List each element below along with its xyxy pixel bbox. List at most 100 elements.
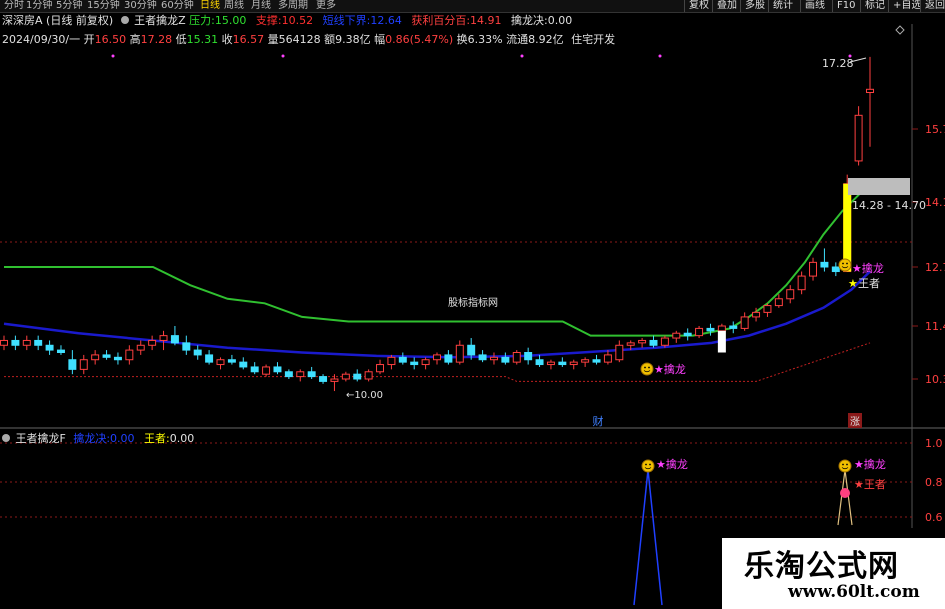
- toolbar-button[interactable]: 统计: [768, 0, 793, 12]
- low-value: 15.31: [186, 33, 219, 46]
- qinlong-value: 0.00: [547, 14, 573, 27]
- candle-body: [501, 356, 510, 363]
- blue-label: 短线下界:: [322, 14, 371, 27]
- tab-timeframe[interactable]: 60分钟: [161, 0, 194, 12]
- y-tick-label: 14.1: [925, 196, 945, 209]
- marker-dot: [111, 54, 115, 58]
- candle-body: [649, 339, 658, 346]
- high-value: 17.28: [140, 33, 173, 46]
- candle-body: [729, 325, 738, 329]
- sub-y-tick-label: 1.0: [925, 437, 943, 450]
- candle-body: [626, 342, 635, 346]
- toolbar-button[interactable]: 画线: [800, 0, 825, 12]
- candle-body: [854, 114, 863, 162]
- change-label: 幅: [374, 33, 386, 46]
- toolbar-button[interactable]: 复权: [684, 0, 709, 12]
- pressure-label: 压力:: [189, 14, 215, 27]
- candle-body: [79, 359, 88, 370]
- y-tick-label: 15.7: [925, 123, 945, 136]
- signal-king-label: 王者: [858, 277, 880, 290]
- indicator-name: 王者擒龙Z: [134, 14, 186, 27]
- y-tick-label: 10.3: [925, 373, 945, 386]
- pressure-green-line: [4, 178, 871, 337]
- center-watermark: 股标指标网: [448, 296, 498, 309]
- marker-dot: [520, 54, 524, 58]
- smiley-eye: [842, 463, 844, 466]
- sub-indicator-header: 王者擒龙F 擒龙决:0.00 王者:0.00: [2, 432, 194, 446]
- candle-body: [535, 359, 544, 366]
- tab-timeframe[interactable]: 5分钟: [56, 0, 82, 12]
- candle-body: [91, 354, 100, 361]
- candle-body: [11, 339, 20, 346]
- signal-smiley-icon: [640, 362, 654, 376]
- profit-value: 14.91: [470, 14, 502, 27]
- candle-body: [170, 335, 179, 344]
- candle-body: [45, 344, 54, 351]
- tab-timeframe[interactable]: 周线: [224, 0, 244, 12]
- toolbar-button[interactable]: F10: [832, 0, 855, 12]
- tab-timeframe[interactable]: 1分钟: [26, 0, 52, 12]
- smiley-eye: [644, 366, 646, 369]
- stock-name: 深深房A: [2, 14, 43, 27]
- candle-body: [56, 349, 65, 354]
- candle-body: [410, 361, 419, 366]
- low-mark-label: ←10.00: [346, 390, 383, 401]
- volume-label: 量: [267, 33, 279, 46]
- candle-body: [672, 332, 681, 339]
- signal-smiley-icon: [838, 258, 852, 272]
- candle-body: [136, 344, 145, 351]
- signal-qinlong-label: ★擒龙: [852, 261, 884, 275]
- candle-body: [205, 354, 214, 363]
- candle-body: [797, 275, 806, 291]
- candle-body: [159, 335, 168, 341]
- toolbar-button[interactable]: 叠加: [712, 0, 737, 12]
- profit-label: 获利百分百:: [411, 14, 471, 27]
- tab-timeframe[interactable]: 月线: [251, 0, 271, 12]
- marker-dot: [281, 54, 285, 58]
- toolbar-button[interactable]: +自选: [888, 0, 921, 12]
- candle-body: [227, 359, 236, 363]
- amount-value: 9.38亿: [335, 33, 371, 46]
- toolbar-button[interactable]: 返回: [920, 0, 945, 12]
- support-value: 10.52: [281, 14, 314, 27]
- candle-body: [102, 354, 111, 358]
- sub-qinlong-label: 擒龙决:: [73, 432, 111, 445]
- candle-body: [341, 373, 350, 380]
- candle-body: [319, 376, 328, 382]
- sub-king-value: 0.00: [169, 432, 195, 445]
- y-tick-label: 12.7: [925, 261, 945, 274]
- candle-body: [603, 354, 612, 363]
- tab-timeframe[interactable]: 15分钟: [87, 0, 120, 12]
- sub-qinlong-spike: [633, 469, 663, 606]
- y-tick-label: 11.4: [925, 320, 945, 333]
- candle-body: [455, 344, 464, 363]
- candle-body: [820, 261, 829, 268]
- tab-timeframe-active[interactable]: 日线: [200, 0, 220, 12]
- candle-body: [433, 354, 441, 361]
- sub-y-tick-label: 0.8: [925, 476, 943, 489]
- float-label: 流通: [506, 33, 529, 46]
- turnover-value: 6.33%: [467, 33, 503, 46]
- toolbar-button[interactable]: 多股: [740, 0, 765, 12]
- candle-body: [0, 339, 8, 346]
- candle-body: [615, 344, 624, 361]
- toolbar-button[interactable]: 标记: [860, 0, 885, 12]
- tab-timeframe[interactable]: 多周期: [278, 0, 308, 12]
- settings-icon[interactable]: [120, 16, 129, 24]
- candle-body: [831, 266, 840, 273]
- candle-body: [376, 364, 385, 373]
- settings-icon[interactable]: [2, 434, 10, 442]
- tab-timeframe[interactable]: 更多: [316, 0, 336, 12]
- candle-body: [273, 366, 282, 373]
- sub-signal-smiley-icon: [641, 459, 655, 473]
- range-label: 14.28 - 14.70: [852, 199, 926, 212]
- tab-timeframe[interactable]: 30分钟: [124, 0, 157, 12]
- candle-body: [706, 327, 715, 332]
- watermark-title: 乐淘公式网: [744, 549, 899, 584]
- candle-body: [296, 371, 305, 378]
- candle-body: [809, 261, 818, 277]
- candle-body: [239, 361, 248, 368]
- tab-timeframe[interactable]: 分时: [4, 0, 24, 12]
- king-star-icon: ★: [848, 277, 858, 290]
- sector-name: 住宅开发: [571, 33, 616, 46]
